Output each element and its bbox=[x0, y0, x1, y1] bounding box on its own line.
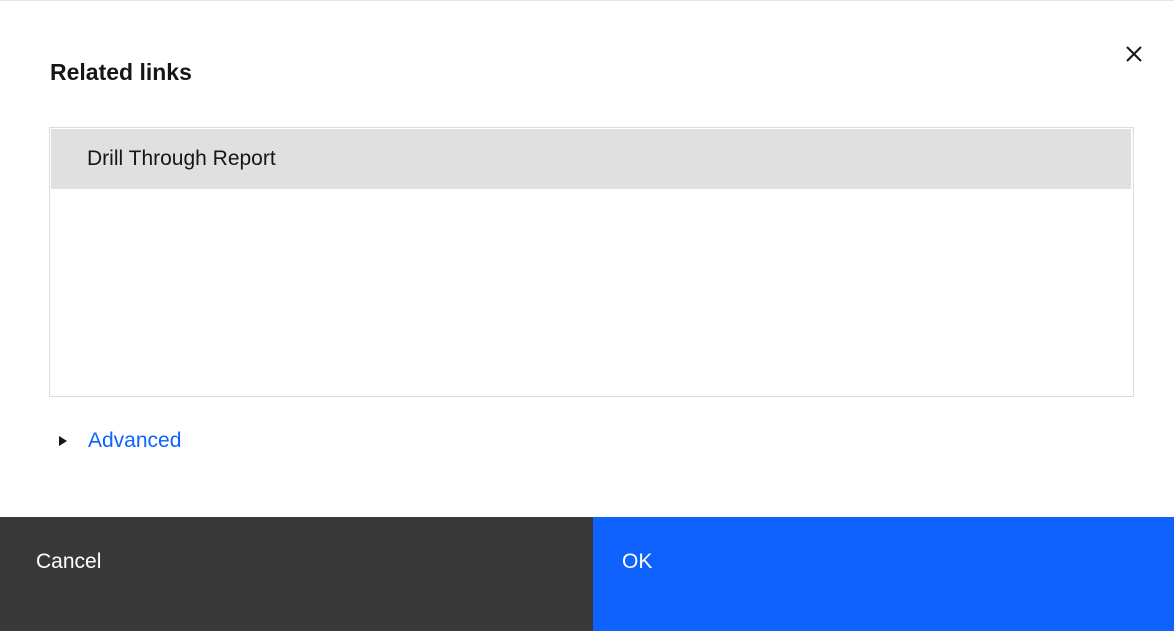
ok-button[interactable]: OK bbox=[593, 517, 1174, 631]
dialog-title: Related links bbox=[50, 59, 192, 85]
related-links-list: Drill Through Report bbox=[49, 127, 1134, 397]
advanced-link[interactable]: Advanced bbox=[88, 425, 181, 457]
caret-right-icon bbox=[59, 436, 67, 446]
list-item[interactable]: Drill Through Report bbox=[51, 129, 1131, 189]
close-button[interactable] bbox=[1116, 35, 1152, 71]
close-icon bbox=[1126, 46, 1142, 62]
cancel-button[interactable]: Cancel bbox=[0, 517, 593, 631]
advanced-toggle[interactable]: Advanced bbox=[58, 425, 181, 457]
related-links-dialog: Related links Drill Through Report Advan… bbox=[0, 0, 1174, 631]
dialog-footer: Cancel OK bbox=[0, 517, 1174, 631]
